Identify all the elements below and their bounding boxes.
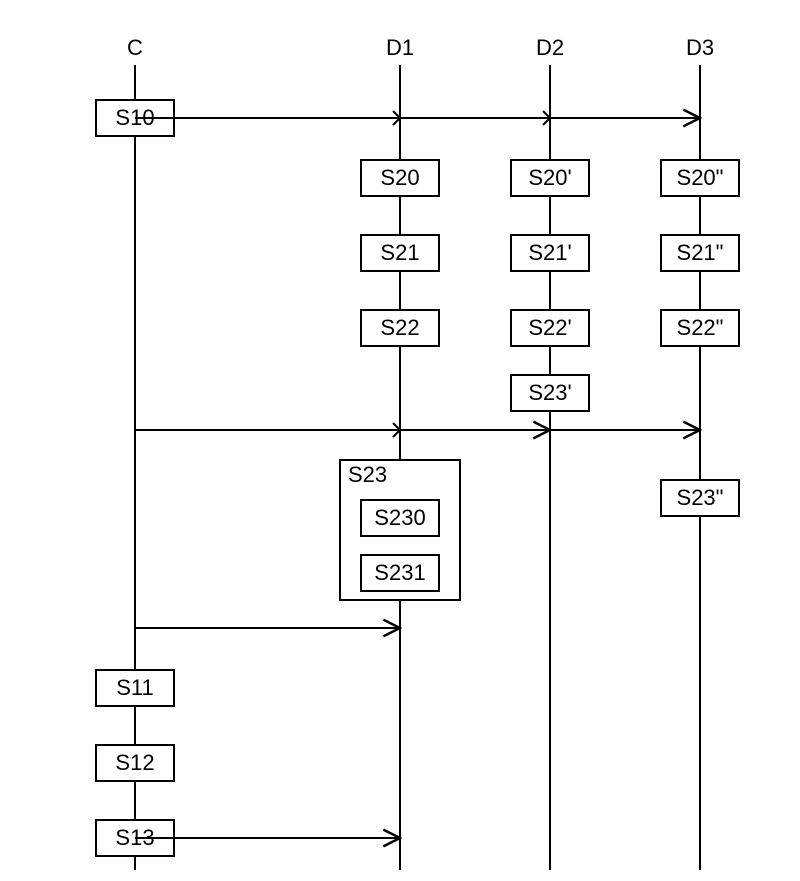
step-label-S231: S231 (374, 560, 425, 585)
step-label-S23q: S23" (677, 485, 724, 510)
lane-label-D1: D1 (386, 35, 414, 60)
step-label-S20p: S20' (528, 165, 571, 190)
step-label-S23: S23 (348, 462, 387, 487)
sequence-diagram: CD1D2D3S10S20S21S22S20'S21'S22'S23'S20"S… (0, 0, 800, 881)
step-label-S23p: S23' (528, 380, 571, 405)
step-label-S21q: S21" (677, 240, 724, 265)
step-label-S21p: S21' (528, 240, 571, 265)
step-label-S20q: S20" (677, 165, 724, 190)
lane-label-D2: D2 (536, 35, 564, 60)
step-label-S12: S12 (115, 750, 154, 775)
step-label-S22p: S22' (528, 315, 571, 340)
lane-label-C: C (127, 35, 143, 60)
step-label-S21: S21 (380, 240, 419, 265)
lane-label-D3: D3 (686, 35, 714, 60)
step-label-S230: S230 (374, 505, 425, 530)
step-label-S22q: S22" (677, 315, 724, 340)
step-label-S20: S20 (380, 165, 419, 190)
step-label-S11: S11 (116, 675, 154, 700)
step-label-S22: S22 (380, 315, 419, 340)
